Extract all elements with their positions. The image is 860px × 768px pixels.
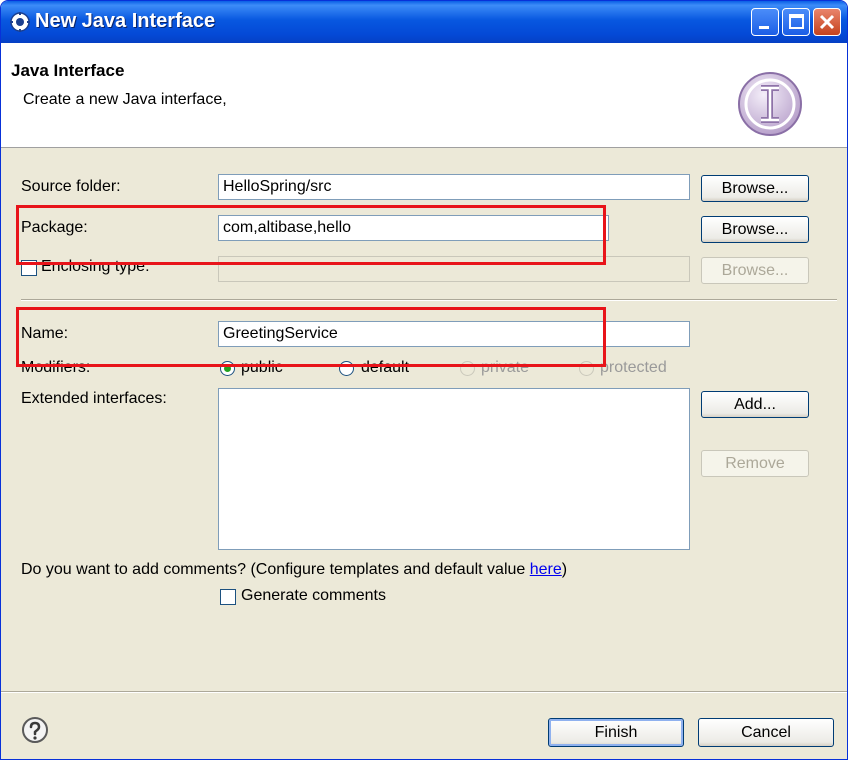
title-bar[interactable]: New Java Interface	[1, 1, 847, 43]
dialog-header: Java Interface Create a new Java interfa…	[1, 43, 847, 148]
configure-templates-link[interactable]: here	[530, 561, 562, 578]
name-highlight-box	[16, 307, 606, 367]
source-folder-browse-button[interactable]: Browse...	[701, 175, 809, 202]
eclipse-icon	[10, 12, 30, 32]
separator	[21, 299, 837, 301]
comments-question: Do you want to add comments? (Configure …	[21, 561, 567, 579]
generate-comments-label: Generate comments	[241, 587, 386, 604]
window-title: New Java Interface	[35, 10, 216, 32]
generate-comments-checkbox[interactable]	[220, 589, 236, 605]
package-browse-button[interactable]: Browse...	[701, 216, 809, 243]
maximize-button[interactable]	[782, 8, 810, 36]
source-folder-label: Source folder:	[21, 178, 121, 195]
remove-interface-button[interactable]: Remove	[701, 450, 809, 477]
comments-question-end: )	[561, 561, 568, 578]
add-interface-button[interactable]: Add...	[701, 391, 809, 418]
minimize-button[interactable]	[751, 8, 779, 36]
source-folder-input[interactable]: HelloSpring/src	[218, 174, 690, 200]
interface-i-icon	[738, 72, 802, 136]
extended-interfaces-list[interactable]	[218, 388, 690, 550]
page-title: Java Interface	[11, 61, 125, 80]
help-icon[interactable]	[21, 716, 49, 744]
enclosing-type-browse-button[interactable]: Browse...	[701, 257, 809, 284]
package-highlight-box	[16, 205, 606, 265]
new-java-interface-dialog: New Java Interface Java Interface Create…	[0, 0, 848, 760]
extended-interfaces-label: Extended interfaces:	[21, 390, 167, 407]
close-button[interactable]	[813, 8, 841, 36]
comments-question-text: Do you want to add comments? (Configure …	[21, 561, 530, 578]
finish-button[interactable]: Finish	[548, 718, 684, 747]
footer-separator	[1, 691, 847, 693]
cancel-button[interactable]: Cancel	[698, 718, 834, 747]
modifier-protected-label: protected	[600, 359, 667, 376]
close-icon	[819, 14, 835, 30]
maximize-icon	[789, 14, 804, 29]
minimize-icon	[759, 26, 769, 29]
page-description: Create a new Java interface,	[23, 91, 227, 108]
